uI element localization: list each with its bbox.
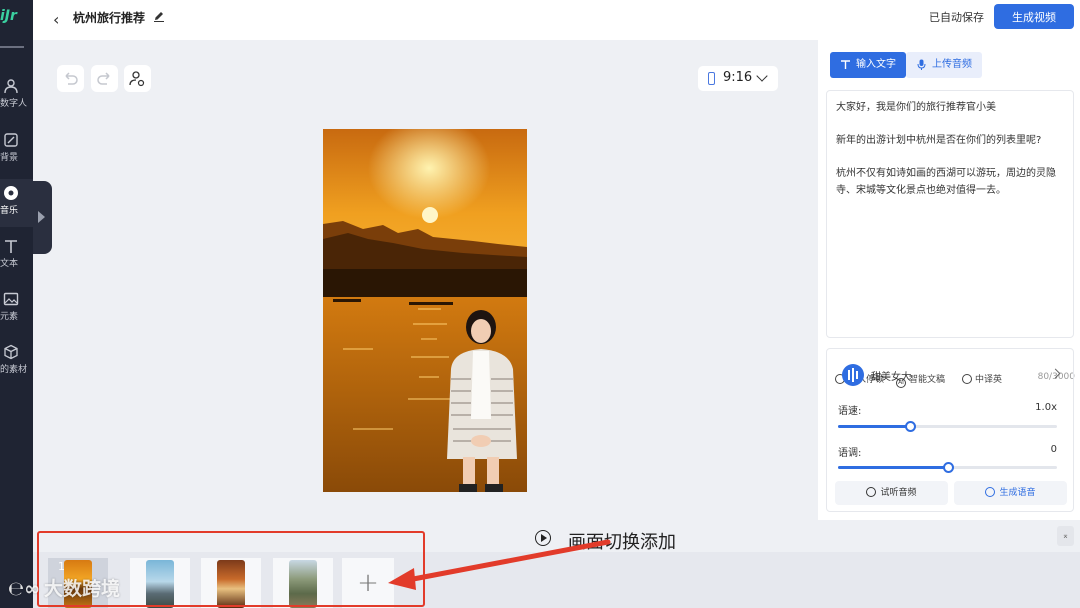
pitch-value: 0 — [1050, 444, 1057, 455]
chevron-down-icon — [756, 70, 768, 82]
phone-icon — [708, 72, 715, 85]
pitch-slider-knob[interactable] — [942, 462, 954, 473]
script-textarea[interactable]: 大家好，我是你们的旅行推荐官小美 新年的出游计划中杭州是否在你们的列表里呢? 杭… — [826, 90, 1075, 388]
preview-scene-illustration — [323, 129, 527, 492]
sidebar-item-label: 背景 — [0, 153, 19, 163]
sidebar-item-background[interactable]: 背景 — [0, 132, 33, 172]
top-bar: ‹ 杭州旅行推荐 已自动保存 生成视频 — [33, 0, 1080, 40]
text-icon — [5, 240, 17, 253]
aspect-ratio-value: 9:16 — [723, 70, 753, 85]
person-icon — [4, 79, 18, 94]
tab-upload-audio[interactable]: 上传音频 — [906, 52, 982, 78]
tab-label: 上传音频 — [932, 59, 972, 70]
watermark: ℮∞ 大数跨境 — [8, 574, 120, 601]
play-icon — [866, 487, 877, 497]
chevron-right-icon[interactable] — [1050, 368, 1061, 379]
speech-icon — [985, 487, 996, 497]
tab-label: 输入文字 — [856, 59, 896, 70]
watermark-text: 大数跨境 — [44, 578, 121, 600]
sidebar-item-label: 音乐 — [0, 206, 19, 216]
right-panel: 输入文字 上传音频 大家好，我是你们的旅行推荐官小美 新年的出游计划中杭州是否在… — [818, 40, 1080, 520]
edit-pencil-icon[interactable] — [153, 10, 165, 22]
speed-value: 1.0x — [1035, 402, 1057, 413]
redo-icon — [97, 72, 110, 85]
redo-button[interactable] — [91, 65, 118, 92]
autosave-status: 已自动保存 — [929, 11, 984, 24]
sidebar-item-my-assets[interactable]: 的素材 — [0, 344, 33, 384]
panel-expand-tab[interactable] — [33, 181, 52, 254]
image-icon — [3, 292, 19, 306]
generate-video-button[interactable]: 生成视频 — [994, 4, 1074, 29]
video-preview[interactable] — [323, 129, 527, 492]
sidebar-item-label: 的素材 — [0, 365, 28, 375]
watermark-logo-icon: ℮∞ — [8, 578, 41, 600]
back-arrow-icon[interactable]: ‹ — [53, 10, 59, 29]
undo-icon — [65, 72, 78, 85]
pitch-label: 语调: — [838, 448, 862, 459]
generate-speech-button[interactable]: 生成语音 — [954, 481, 1067, 505]
speed-slider[interactable] — [838, 421, 1057, 432]
aspect-ratio-select[interactable]: 9:16 — [698, 66, 778, 91]
avatar-settings-button[interactable] — [124, 65, 151, 92]
sidebar-item-digital-human[interactable]: 数字人 — [0, 78, 33, 118]
voice-waveform-icon — [842, 364, 864, 386]
music-icon — [4, 186, 18, 200]
sidebar-item-elements[interactable]: 元素 — [0, 291, 33, 331]
pitch-slider[interactable] — [838, 462, 1057, 473]
speed-slider-knob[interactable] — [905, 421, 917, 432]
person-settings-icon — [129, 71, 145, 87]
text-icon — [841, 60, 850, 69]
sidebar-item-label: 文本 — [0, 259, 19, 269]
project-title: 杭州旅行推荐 — [73, 11, 146, 25]
script-paragraph: 新年的出游计划中杭州是否在你们的列表里呢? — [836, 135, 1042, 146]
sidebar-divider — [0, 46, 24, 48]
chevron-right-icon — [38, 211, 45, 223]
preview-audio-label: 试听音频 — [880, 488, 917, 498]
pitch-slider-fill — [838, 466, 948, 469]
collapse-timeline-button[interactable]: ⌅ — [1057, 526, 1074, 546]
script-paragraph: 杭州不仅有如诗如画的西湖可以游玩，周边的灵隐寺、宋城等文化景点也绝对值得一去。 — [836, 168, 1056, 196]
sidebar-item-label: 元素 — [0, 312, 19, 322]
script-paragraph: 大家好，我是你们的旅行推荐官小美 — [836, 102, 996, 113]
speed-label: 语速: — [838, 406, 862, 417]
voice-settings: 甜美女大 语速: 1.0x 语调: 0 试听音频 生成语音 — [826, 348, 1074, 512]
sidebar: iJr 数字人 背景 音乐 文本 元素 的素材 — [0, 0, 33, 608]
voice-name[interactable]: 甜美女大 — [871, 368, 911, 383]
annotation-arrow-icon — [388, 539, 611, 590]
cube-icon — [4, 344, 18, 360]
sidebar-item-label: 数字人 — [0, 99, 28, 109]
generate-speech-label: 生成语音 — [999, 488, 1036, 498]
app-logo: iJr — [0, 8, 17, 24]
sidebar-item-text[interactable]: 文本 — [0, 238, 33, 278]
tab-input-text[interactable]: 输入文字 — [830, 52, 906, 78]
preview-audio-button[interactable]: 试听音频 — [835, 481, 948, 505]
background-icon — [4, 133, 18, 147]
undo-button[interactable] — [57, 65, 84, 92]
speed-slider-fill — [838, 425, 911, 428]
sidebar-item-music[interactable]: 音乐 — [0, 185, 33, 225]
microphone-icon — [917, 59, 926, 70]
